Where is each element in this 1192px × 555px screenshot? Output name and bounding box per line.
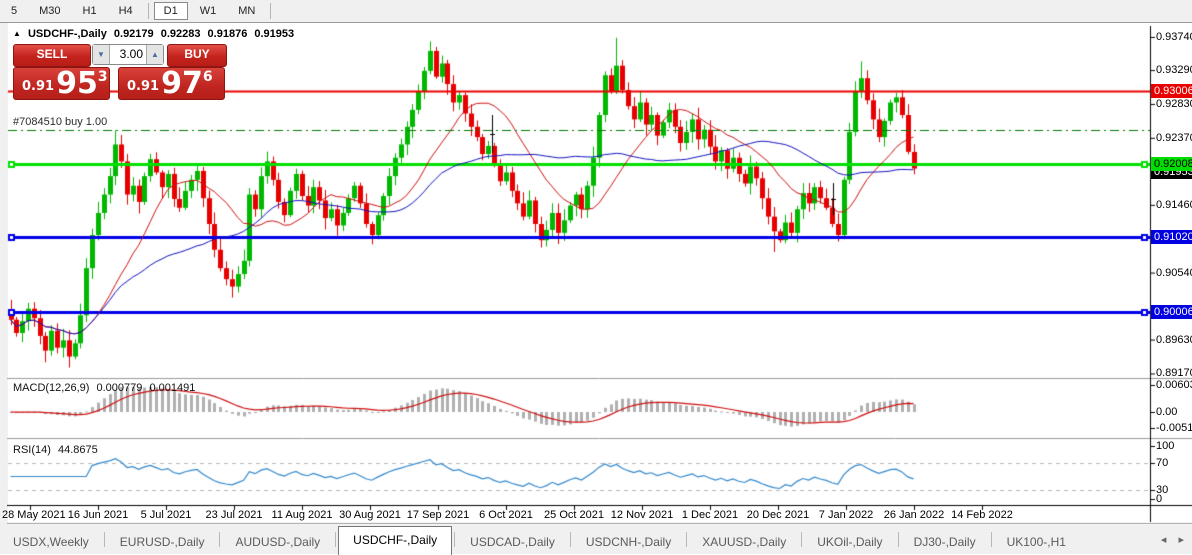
price-level-badge: 0.93006 bbox=[1151, 84, 1192, 98]
date-tick-label: 25 Oct 2021 bbox=[544, 509, 604, 521]
timeframe-toolbar: 5 M30 H1 H4 D1 W1 MN bbox=[0, 0, 1192, 23]
date-tick-label: 20 Dec 2021 bbox=[746, 509, 810, 521]
price-tick-label: 0.89630 bbox=[1156, 333, 1192, 346]
tab-separator bbox=[569, 532, 571, 547]
ohlc-close: 0.91953 bbox=[254, 28, 295, 40]
chart-tab-usdchf[interactable]: USDCHF-,Daily bbox=[338, 526, 453, 555]
rsi-indicator-label: RSI(14) 44.8675 bbox=[13, 444, 98, 456]
symbol-label: USDCHF-,Daily bbox=[27, 28, 107, 40]
rsi-value: 44.8675 bbox=[57, 444, 98, 456]
timeframe-button-d1[interactable]: D1 bbox=[153, 2, 188, 20]
price-tick-label: 0.93290 bbox=[1156, 64, 1192, 77]
chart-tab-eurusd[interactable]: EURUSD-,Daily bbox=[107, 530, 218, 554]
indicator-tick-label: 0.006034 bbox=[1156, 379, 1192, 391]
timeframe-button-5[interactable]: 5 bbox=[1, 2, 27, 20]
open-order-label[interactable]: #7084510 buy 1.00 bbox=[13, 116, 107, 128]
date-tick-label: 26 Jan 2022 bbox=[883, 509, 945, 521]
chart-tab-usdcnh[interactable]: USDCNH-,Daily bbox=[573, 530, 684, 554]
date-tick-label: 11 Aug 2021 bbox=[271, 509, 333, 521]
macd-name: MACD(12,26,9) bbox=[13, 382, 90, 394]
tab-separator bbox=[990, 532, 992, 547]
indicator-tick-label: 70 bbox=[1156, 457, 1169, 469]
date-tick-label: 28 May 2021 bbox=[2, 509, 66, 521]
date-tick-label: 5 Jul 2021 bbox=[140, 509, 192, 521]
date-tick-label: 14 Feb 2022 bbox=[951, 509, 1013, 521]
rsi-name: RSI(14) bbox=[13, 444, 51, 456]
window-left-margin bbox=[0, 22, 7, 554]
ohlc-low: 0.91876 bbox=[207, 28, 248, 40]
chart-tab-dj30[interactable]: DJ30-,Daily bbox=[901, 530, 989, 554]
sell-price-sup: 3 bbox=[97, 69, 108, 85]
volume-input[interactable]: 3.00 bbox=[109, 45, 147, 64]
collapse-arrow-icon[interactable]: ▲ bbox=[13, 29, 21, 38]
chart-tab-ukoil[interactable]: UKOil-,Daily bbox=[804, 530, 895, 554]
tab-scroll-arrows: ◂ ▸ bbox=[1152, 533, 1184, 546]
macd-indicator-label: MACD(12,26,9) 0.000779 0.001491 bbox=[13, 382, 195, 394]
date-tick-label: 17 Sep 2021 bbox=[406, 509, 470, 521]
toolbar-separator bbox=[147, 3, 149, 19]
macd-value-main: 0.000779 bbox=[96, 382, 143, 394]
tab-separator bbox=[335, 532, 337, 547]
chart-tab-usdx[interactable]: USDX,Weekly bbox=[0, 530, 102, 554]
price-level-badge: 0.90006 bbox=[1151, 304, 1192, 319]
price-tick-label: 0.89170 bbox=[1156, 367, 1192, 380]
indicator-tick-label: 100 bbox=[1156, 440, 1175, 452]
volume-increase-button[interactable]: ▲ bbox=[147, 45, 163, 64]
volume-decrease-button[interactable]: ▼ bbox=[93, 45, 109, 64]
tab-separator bbox=[454, 532, 456, 547]
date-tick-label: 23 Jul 2021 bbox=[205, 509, 263, 521]
chart-tab-xauusd[interactable]: XAUUSD-,Daily bbox=[689, 530, 799, 554]
price-tick-label: 0.91460 bbox=[1156, 198, 1192, 211]
indicator-tick-label: -0.005158 bbox=[1156, 422, 1192, 434]
timeframe-button-mn[interactable]: MN bbox=[228, 2, 265, 20]
price-tick-label: 0.92370 bbox=[1156, 131, 1192, 144]
indicator-tick-label: 0 bbox=[1156, 493, 1163, 505]
price-level-badge: 0.91020 bbox=[1151, 230, 1192, 245]
chart-tab-uk100[interactable]: UK100-,H1 bbox=[994, 530, 1079, 554]
price-tick-label: 0.90540 bbox=[1156, 266, 1192, 279]
timeframe-button-m30[interactable]: M30 bbox=[29, 2, 70, 20]
tab-separator bbox=[219, 532, 221, 547]
buy-button[interactable]: BUY bbox=[167, 44, 227, 67]
buy-price-big: 97 bbox=[161, 66, 203, 101]
timeframe-button-h1[interactable]: H1 bbox=[73, 2, 107, 20]
chart-title: ▲ USDCHF-,Daily 0.92179 0.92283 0.91876 … bbox=[13, 28, 298, 40]
buy-price-sup: 6 bbox=[202, 69, 213, 85]
date-tick-label: 6 Oct 2021 bbox=[479, 509, 533, 521]
indicator-tick-label: 0.00 bbox=[1156, 406, 1178, 418]
price-tick-label: 0.92830 bbox=[1156, 97, 1192, 110]
price-tick-label: 0.93740 bbox=[1156, 30, 1192, 43]
sell-price-big: 95 bbox=[56, 66, 98, 101]
sell-button[interactable]: SELL bbox=[13, 44, 91, 67]
chart-tab-bar: USDX,Weekly EURUSD-,Daily AUDUSD-,Daily USD… bbox=[0, 525, 1192, 555]
date-tick-label: 7 Jan 2022 bbox=[818, 509, 874, 521]
buy-price-display[interactable]: 0.91 97 6 bbox=[118, 67, 225, 100]
tab-scroll-left-icon[interactable]: ◂ bbox=[1161, 534, 1167, 546]
ohlc-open: 0.92179 bbox=[113, 28, 154, 40]
chart-tab-usdcad[interactable]: USDCAD-,Daily bbox=[457, 530, 568, 554]
chart-tab-audusd[interactable]: AUDUSD-,Daily bbox=[222, 530, 333, 554]
timeframe-button-w1[interactable]: W1 bbox=[190, 2, 227, 20]
toolbar-separator bbox=[270, 3, 272, 19]
buy-price-prefix: 0.91 bbox=[127, 79, 160, 94]
sell-price-prefix: 0.91 bbox=[22, 79, 55, 94]
volume-spinner: ▼ 3.00 ▲ bbox=[92, 44, 164, 65]
macd-value-signal: 0.001491 bbox=[149, 382, 196, 394]
tab-separator bbox=[897, 532, 899, 547]
date-tick-label: 16 Jun 2021 bbox=[67, 509, 129, 521]
date-tick-label: 12 Nov 2021 bbox=[610, 509, 674, 521]
ohlc-high: 0.92283 bbox=[160, 28, 201, 40]
timeframe-button-h4[interactable]: H4 bbox=[109, 2, 143, 20]
tab-separator bbox=[686, 532, 688, 547]
sell-price-display[interactable]: 0.91 95 3 bbox=[13, 67, 110, 100]
price-level-badge: 0.92008 bbox=[1151, 157, 1192, 172]
date-tick-label: 1 Dec 2021 bbox=[681, 509, 739, 521]
date-tick-label: 30 Aug 2021 bbox=[339, 509, 401, 521]
tab-scroll-right-icon[interactable]: ▸ bbox=[1178, 534, 1184, 546]
tab-separator bbox=[801, 532, 803, 547]
tab-separator bbox=[103, 532, 105, 547]
